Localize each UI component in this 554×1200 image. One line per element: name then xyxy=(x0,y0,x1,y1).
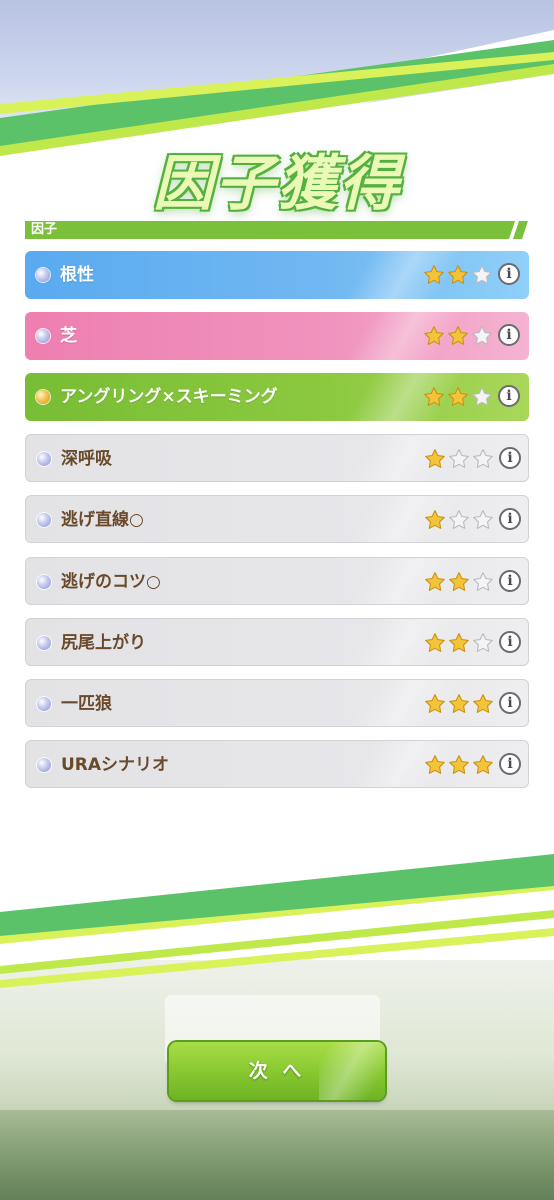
factor-stars xyxy=(423,386,495,408)
next-button[interactable]: 次 へ xyxy=(169,1042,385,1100)
factor-row[interactable]: 尻尾上がり i xyxy=(25,618,529,666)
next-button-label: 次 へ xyxy=(248,1060,306,1082)
star-filled-icon xyxy=(425,633,445,652)
factor-row[interactable]: 一匹狼 i xyxy=(25,679,529,727)
blue-orb-icon xyxy=(37,575,51,589)
factor-row[interactable]: 根性 i xyxy=(25,251,529,299)
star-filled-icon xyxy=(425,449,445,468)
factor-name: 深呼吸 xyxy=(61,449,112,469)
star-filled-icon xyxy=(424,387,444,406)
info-icon[interactable]: i xyxy=(498,324,520,346)
factor-stars xyxy=(424,509,496,531)
factor-name: 一匹狼 xyxy=(61,694,112,714)
star-empty-icon xyxy=(473,510,493,529)
section-header: 因子 xyxy=(25,221,528,239)
info-icon[interactable]: i xyxy=(499,692,521,714)
factor-stars xyxy=(424,754,496,776)
star-empty-icon xyxy=(472,265,492,284)
blue-orb-icon xyxy=(36,329,50,343)
factor-name: アングリング×スキーミング xyxy=(60,387,278,407)
factor-stars xyxy=(424,448,496,470)
star-empty-icon xyxy=(473,449,493,468)
star-filled-icon xyxy=(448,387,468,406)
blue-orb-icon xyxy=(37,513,51,527)
star-filled-icon xyxy=(449,572,469,591)
blue-orb-icon xyxy=(37,452,51,466)
blue-orb-icon xyxy=(37,697,51,711)
factor-row[interactable]: 深呼吸 i xyxy=(25,434,529,482)
blue-orb-icon xyxy=(37,758,51,772)
section-label: 因子 xyxy=(31,222,58,237)
star-filled-icon xyxy=(473,755,493,774)
info-icon[interactable]: i xyxy=(498,263,520,285)
factor-stars xyxy=(423,264,495,286)
blue-orb-icon xyxy=(36,268,50,282)
star-empty-icon xyxy=(472,387,492,406)
factor-row[interactable]: 逃げのコツ○ i xyxy=(25,557,529,605)
screen-title: 因子獲得 xyxy=(153,149,401,219)
blue-orb-icon xyxy=(37,636,51,650)
info-icon[interactable]: i xyxy=(498,385,520,407)
factor-stars xyxy=(424,571,496,593)
background-field xyxy=(0,1110,554,1200)
star-filled-icon xyxy=(473,694,493,713)
star-filled-icon xyxy=(448,326,468,345)
star-filled-icon xyxy=(424,326,444,345)
star-filled-icon xyxy=(425,510,445,529)
star-filled-icon xyxy=(449,633,469,652)
star-filled-icon xyxy=(448,265,468,284)
star-empty-icon xyxy=(473,633,493,652)
factor-stars xyxy=(424,632,496,654)
star-filled-icon xyxy=(425,755,445,774)
star-filled-icon xyxy=(425,572,445,591)
screen-title-wrap: 因子獲得 xyxy=(0,125,554,219)
factor-name: 逃げ直線○ xyxy=(61,510,144,530)
star-filled-icon xyxy=(449,694,469,713)
factor-row[interactable]: URAシナリオ i xyxy=(25,740,529,788)
bottom-stripes-decoration xyxy=(0,840,554,988)
star-empty-icon xyxy=(449,510,469,529)
gold-orb-icon xyxy=(36,390,50,404)
info-icon[interactable]: i xyxy=(499,753,521,775)
star-filled-icon xyxy=(424,265,444,284)
info-icon[interactable]: i xyxy=(499,508,521,530)
factor-row[interactable]: 芝i xyxy=(25,312,529,360)
star-empty-icon xyxy=(472,326,492,345)
factor-name: 根性 xyxy=(60,265,94,285)
factor-stars xyxy=(423,325,495,347)
factor-name: 芝 xyxy=(60,326,77,346)
factor-stars xyxy=(424,693,496,715)
info-icon[interactable]: i xyxy=(499,570,521,592)
factor-name: 尻尾上がり xyxy=(61,633,146,653)
factor-name: 逃げのコツ○ xyxy=(61,572,161,592)
star-filled-icon xyxy=(449,755,469,774)
star-empty-icon xyxy=(473,572,493,591)
info-icon[interactable]: i xyxy=(499,447,521,469)
factor-row[interactable]: アングリング×スキーミング i xyxy=(25,373,529,421)
factor-row[interactable]: 逃げ直線○ i xyxy=(25,495,529,543)
info-icon[interactable]: i xyxy=(499,631,521,653)
factor-name: URAシナリオ xyxy=(61,755,170,775)
star-filled-icon xyxy=(425,694,445,713)
star-empty-icon xyxy=(449,449,469,468)
